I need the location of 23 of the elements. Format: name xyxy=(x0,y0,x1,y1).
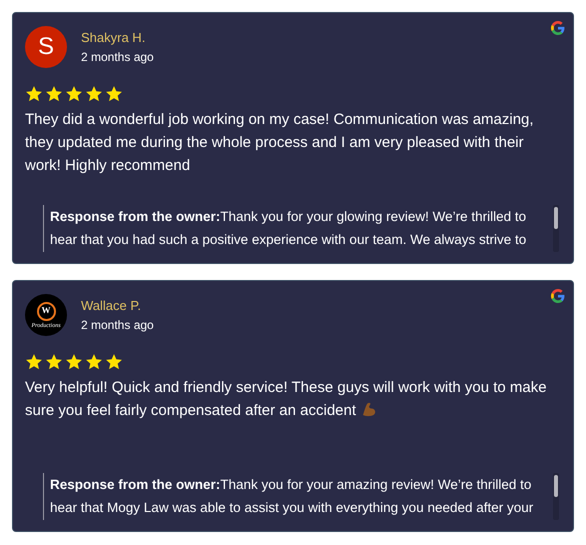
star-icon xyxy=(25,353,43,371)
avatar: S xyxy=(25,26,67,68)
scrollbar[interactable] xyxy=(553,205,559,252)
star-icon xyxy=(85,353,103,371)
scrollbar[interactable] xyxy=(553,473,559,520)
reviewer-name: Shakyra H. xyxy=(81,30,146,46)
star-icon xyxy=(105,353,123,371)
star-icon xyxy=(105,85,123,103)
star-icon xyxy=(25,85,43,103)
star-icon xyxy=(45,85,63,103)
star-icon xyxy=(65,85,83,103)
owner-response: Response from the owner:Thank you for your glowing review! We’re thrilled to hear that you had such a positive experience with our team. We always strive to xyxy=(50,208,528,249)
star-icon xyxy=(65,353,83,371)
review-date: 2 months ago xyxy=(81,50,154,65)
review-text: Very helpful! Quick and friendly service! These guys will work with you to make sure you feel fairly compensated after an accident xyxy=(25,378,548,421)
google-icon xyxy=(551,289,565,303)
review-text: They did a wonderful job working on my case! Communication was amazing, they updated me during the whole process and I am very pleased with their work! Highly recommend xyxy=(25,110,535,176)
review-date: 2 months ago xyxy=(81,318,154,333)
google-icon xyxy=(551,21,565,35)
owner-response: Response from the owner:Thank you for your amazing review! We’re thrilled to hear that Mogy Law was able to assist you with everything you needed after your xyxy=(50,476,534,517)
star-icon xyxy=(45,353,63,371)
star-icon xyxy=(85,85,103,103)
reviewer-name: Wallace P. xyxy=(81,298,142,314)
